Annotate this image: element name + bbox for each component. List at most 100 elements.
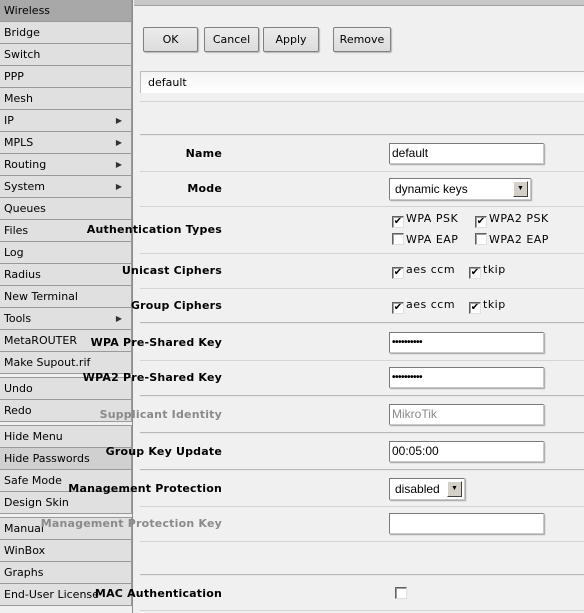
checkbox-label: tkip bbox=[483, 263, 506, 276]
sidebar-item-label: Manual bbox=[4, 522, 44, 535]
sidebar-item-radius[interactable]: Radius bbox=[0, 264, 132, 286]
record-title: default bbox=[140, 71, 584, 93]
submenu-arrow-icon: ▶ bbox=[115, 116, 122, 125]
sidebar-item-label: Tools bbox=[4, 312, 32, 325]
main-panel: OK Cancel Apply Remove default Name defa… bbox=[41, 0, 584, 613]
submenu-arrow-icon: ▶ bbox=[115, 138, 122, 147]
group-tkip-checkbox[interactable]: ✔ tkip bbox=[469, 298, 506, 314]
sidebar-item-label: Routing bbox=[4, 158, 47, 171]
checkbox-box[interactable] bbox=[475, 233, 487, 245]
sidebar-item-label: Graphs bbox=[4, 566, 44, 579]
sidebar-item-wireless[interactable]: Wireless bbox=[0, 0, 132, 22]
checkbox-label: tkip bbox=[483, 298, 506, 311]
chevron-down-icon[interactable]: ▼ bbox=[447, 481, 462, 497]
sidebar-item-label: Bridge bbox=[4, 26, 40, 39]
sidebar-item-label: Files bbox=[4, 224, 29, 237]
auth-wpa-psk-checkbox[interactable]: ✔ WPA PSK bbox=[392, 212, 458, 228]
sidebar-item-label: Design Skin bbox=[4, 496, 69, 509]
wpa-psk-label: WPA Pre-Shared Key bbox=[90, 336, 222, 349]
apply-button[interactable]: Apply bbox=[263, 27, 319, 52]
auth-wpa2-psk-checkbox[interactable]: ✔ WPA2 PSK bbox=[475, 212, 549, 228]
sidebar-item-mpls[interactable]: MPLS ▶ bbox=[0, 132, 132, 154]
sidebar-item-switch[interactable]: Switch bbox=[0, 44, 132, 66]
mgmt-protection-key-input[interactable] bbox=[389, 513, 544, 534]
sidebar-item-label: System bbox=[4, 180, 46, 193]
sidebar-item-routing[interactable]: Routing ▶ bbox=[0, 154, 132, 176]
wpa-psk-input[interactable]: •••••••••• bbox=[389, 332, 544, 353]
sidebar-item-winbox[interactable]: WinBox bbox=[0, 540, 132, 562]
mode-label: Mode bbox=[187, 182, 222, 195]
mac-auth-label: MAC Authentication bbox=[94, 587, 222, 600]
sidebar-item-new-terminal[interactable]: New Terminal bbox=[0, 286, 132, 308]
checkmark-icon[interactable]: ✔ bbox=[392, 216, 404, 228]
remove-button[interactable]: Remove bbox=[333, 27, 391, 52]
checkbox-box[interactable] bbox=[392, 233, 404, 245]
supplicant-identity-input[interactable]: MikroTik bbox=[389, 404, 544, 425]
cancel-button[interactable]: Cancel bbox=[204, 27, 259, 52]
divider bbox=[140, 171, 584, 172]
sidebar-item-label: Redo bbox=[4, 404, 32, 417]
sidebar-item-label: Log bbox=[4, 246, 24, 259]
unicast-aes-ccm-checkbox[interactable]: ✔ aes ccm bbox=[392, 263, 455, 279]
checkmark-icon[interactable]: ✔ bbox=[392, 267, 404, 279]
sidebar-item-label: Radius bbox=[4, 268, 41, 281]
chevron-down-icon[interactable]: ▼ bbox=[513, 181, 528, 197]
sidebar-item-mesh[interactable]: Mesh bbox=[0, 88, 132, 110]
divider bbox=[140, 206, 584, 207]
divider bbox=[140, 506, 584, 507]
section-divider bbox=[140, 134, 584, 136]
mgmt-protection-select[interactable]: disabled ▼ bbox=[389, 478, 465, 500]
group-aes-ccm-checkbox[interactable]: ✔ aes ccm bbox=[392, 298, 455, 314]
submenu-arrow-icon: ▶ bbox=[115, 182, 122, 191]
sidebar-item-ip[interactable]: IP ▶ bbox=[0, 110, 132, 132]
sidebar-item-label: Hide Passwords bbox=[4, 452, 90, 465]
mgmt-protection-key-label: Management Protection Key bbox=[40, 517, 222, 530]
mgmt-protection-value: disabled bbox=[395, 482, 440, 496]
sidebar-item-label: End-User License bbox=[4, 588, 99, 601]
divider bbox=[140, 288, 584, 289]
section-divider bbox=[140, 469, 584, 471]
divider bbox=[140, 360, 584, 361]
section-divider bbox=[140, 322, 584, 324]
sidebar-item-design-skin[interactable]: Design Skin bbox=[0, 492, 132, 514]
sidebar-item-log[interactable]: Log bbox=[0, 242, 132, 264]
sidebar-item-label: Wireless bbox=[4, 4, 51, 17]
mode-select[interactable]: dynamic keys ▼ bbox=[389, 178, 531, 200]
checkmark-icon[interactable]: ✔ bbox=[469, 302, 481, 314]
sidebar-item-system[interactable]: System ▶ bbox=[0, 176, 132, 198]
auth-wpa-eap-checkbox[interactable]: WPA EAP bbox=[392, 233, 458, 246]
sidebar-item-tools[interactable]: Tools ▶ bbox=[0, 308, 132, 330]
sidebar-item-label: PPP bbox=[4, 70, 24, 83]
checkmark-icon[interactable]: ✔ bbox=[392, 302, 404, 314]
sidebar-item-graphs[interactable]: Graphs bbox=[0, 562, 132, 584]
divider bbox=[140, 610, 584, 611]
submenu-arrow-icon: ▶ bbox=[115, 160, 122, 169]
supplicant-identity-label: Supplicant Identity bbox=[99, 408, 222, 421]
unicast-tkip-checkbox[interactable]: ✔ tkip bbox=[469, 263, 506, 279]
menu-group: Hide Menu Hide Passwords Safe Mode Design S… bbox=[0, 425, 132, 517]
section-divider bbox=[140, 395, 584, 397]
sidebar-item-label: WinBox bbox=[4, 544, 46, 557]
sidebar-item-ppp[interactable]: PPP bbox=[0, 66, 132, 88]
group-key-update-input[interactable]: 00:05:00 bbox=[389, 441, 544, 462]
ok-button[interactable]: OK bbox=[143, 27, 198, 52]
checkbox-box[interactable] bbox=[395, 587, 407, 599]
sidebar-item-queues[interactable]: Queues bbox=[0, 198, 132, 220]
checkbox-label: WPA EAP bbox=[406, 233, 459, 246]
sidebar-item-label: Mesh bbox=[4, 92, 33, 105]
name-input[interactable]: default bbox=[389, 143, 544, 164]
section-divider bbox=[140, 432, 584, 434]
wpa2-psk-input[interactable]: •••••••••• bbox=[389, 367, 544, 388]
section-divider bbox=[140, 574, 584, 576]
checkmark-icon[interactable]: ✔ bbox=[475, 216, 487, 228]
checkbox-label: WPA2 EAP bbox=[489, 233, 549, 246]
wpa2-psk-label: WPA2 Pre-Shared Key bbox=[82, 371, 222, 384]
divider bbox=[140, 253, 584, 254]
sidebar-item-bridge[interactable]: Bridge bbox=[0, 22, 132, 44]
sidebar-item-label: MPLS bbox=[4, 136, 34, 149]
checkmark-icon[interactable]: ✔ bbox=[469, 267, 481, 279]
mac-auth-checkbox[interactable] bbox=[395, 587, 409, 600]
auth-wpa2-eap-checkbox[interactable]: WPA2 EAP bbox=[475, 233, 549, 246]
sidebar-item-label: Switch bbox=[4, 48, 41, 61]
divider bbox=[140, 541, 584, 542]
